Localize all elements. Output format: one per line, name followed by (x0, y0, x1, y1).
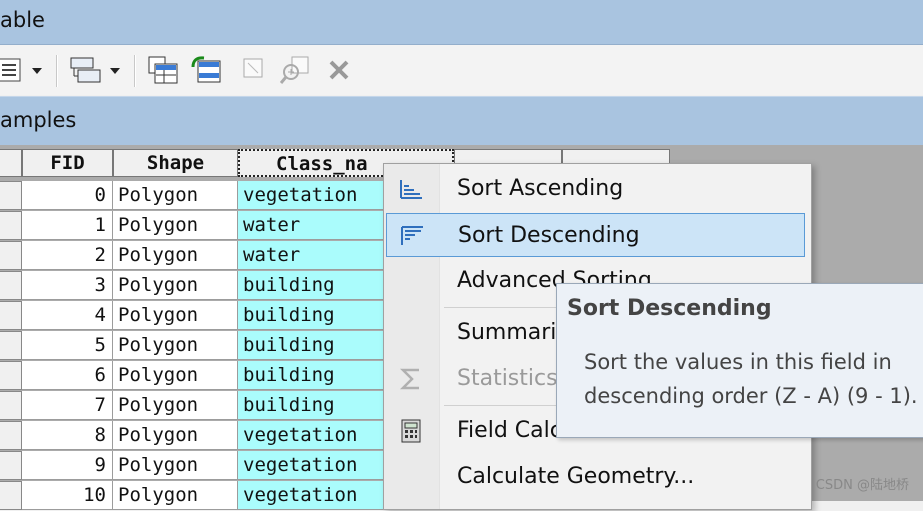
cell-fid[interactable]: 0 (22, 181, 113, 210)
window-titlebar: able (0, 0, 923, 45)
menu-item-calculate-geometry[interactable]: Calculate Geometry... (386, 455, 805, 499)
cell-shape[interactable]: Polygon (113, 361, 238, 390)
tooltip-text: descending order (Z - A) (9 - 1). (584, 384, 918, 408)
cell-shape[interactable]: Polygon (113, 391, 238, 420)
cell-shape[interactable]: Polygon (113, 271, 238, 300)
row-selector[interactable] (0, 181, 22, 210)
switch-selection-icon[interactable] (190, 55, 224, 85)
column-header-fid[interactable]: FID (22, 149, 113, 177)
clear-selection-icon[interactable] (240, 55, 268, 85)
cell-fid[interactable]: 3 (22, 271, 113, 300)
cell-shape[interactable]: Polygon (113, 211, 238, 240)
row-selector[interactable] (0, 211, 22, 240)
cell-fid[interactable]: 2 (22, 241, 113, 270)
menu-item-sort-ascending[interactable]: Sort Ascending (386, 167, 805, 211)
cell-fid[interactable]: 10 (22, 481, 113, 510)
related-tables-icon[interactable] (68, 55, 104, 85)
sort-descending-icon (401, 226, 423, 245)
cell-fid[interactable]: 1 (22, 211, 113, 240)
select-by-attributes-icon[interactable] (146, 55, 180, 85)
table-tab[interactable]: amples (0, 96, 923, 145)
menu-item-label: Sort Ascending (457, 176, 624, 201)
sort-ascending-icon (400, 180, 422, 199)
cell-fid[interactable]: 9 (22, 451, 113, 480)
table-toolbar (0, 45, 923, 95)
cell-fid[interactable]: 6 (22, 361, 113, 390)
menu-item-label: Sort Descending (458, 223, 640, 248)
column-header-shape[interactable]: Shape (113, 149, 238, 177)
row-selector[interactable] (0, 241, 22, 270)
cell-shape[interactable]: Polygon (113, 181, 238, 210)
delete-selected-icon[interactable] (326, 55, 354, 85)
row-selector[interactable] (0, 361, 22, 390)
row-selector[interactable] (0, 451, 22, 480)
cell-shape[interactable]: Polygon (113, 241, 238, 270)
cell-fid[interactable]: 4 (22, 301, 113, 330)
calculator-icon (401, 419, 421, 443)
window-title: able (0, 8, 45, 32)
sigma-icon (399, 368, 419, 390)
row-selector[interactable] (0, 421, 22, 450)
tooltip-title: Sort Descending (567, 296, 772, 321)
row-selector[interactable] (0, 271, 22, 300)
toolbar-separator (134, 55, 136, 87)
cell-shape[interactable]: Polygon (113, 301, 238, 330)
dropdown-arrow-icon[interactable] (30, 55, 44, 85)
tooltip-text: Sort the values in this field in (584, 350, 892, 374)
cell-shape[interactable]: Polygon (113, 481, 238, 510)
cell-fid[interactable]: 8 (22, 421, 113, 450)
row-selector-header[interactable] (0, 149, 22, 177)
dropdown-arrow-icon[interactable] (108, 55, 122, 85)
cell-shape[interactable]: Polygon (113, 451, 238, 480)
tooltip: Sort Descending Sort the values in this … (556, 283, 923, 438)
cell-shape[interactable]: Polygon (113, 331, 238, 360)
watermark: CSDN @陆地桥 (815, 478, 909, 493)
cell-fid[interactable]: 5 (22, 331, 113, 360)
row-selector[interactable] (0, 481, 22, 510)
cell-fid[interactable]: 7 (22, 391, 113, 420)
cell-shape[interactable]: Polygon (113, 421, 238, 450)
menu-item-sort-descending[interactable]: Sort Descending (386, 213, 805, 257)
table-tab-label: amples (0, 108, 77, 132)
toolbar-separator (56, 55, 58, 87)
menu-item-label: Calculate Geometry... (457, 464, 695, 489)
zoom-to-selected-icon[interactable] (280, 55, 312, 85)
row-selector[interactable] (0, 331, 22, 360)
row-selector[interactable] (0, 301, 22, 330)
row-selector[interactable] (0, 391, 22, 420)
table-options-icon[interactable] (0, 55, 26, 85)
